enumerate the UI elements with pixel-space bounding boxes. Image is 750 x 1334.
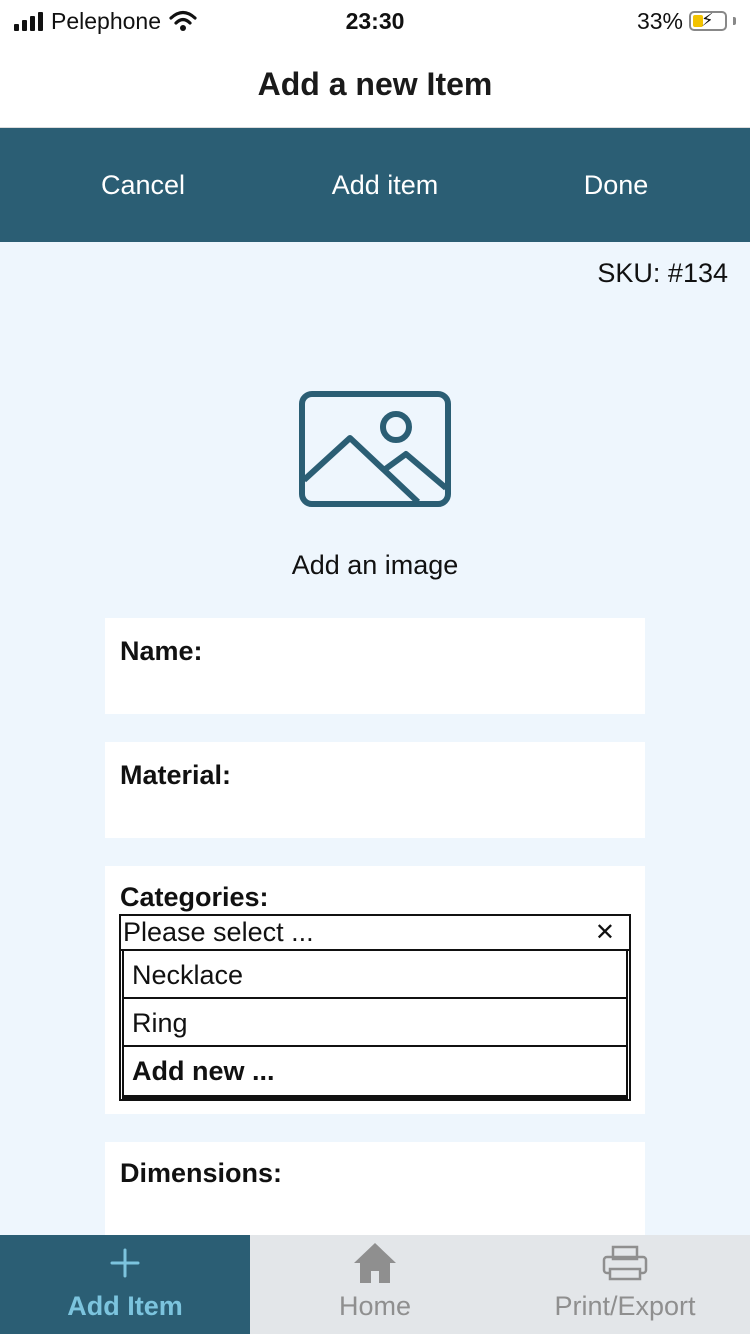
sku-label: SKU: #134 <box>597 258 728 288</box>
option-ring[interactable]: Ring <box>124 999 626 1047</box>
action-toolbar: Cancel Add item Done <box>0 128 750 242</box>
home-icon <box>250 1243 500 1283</box>
status-left: Pelephone <box>14 6 197 36</box>
carrier-name: Pelephone <box>51 7 161 34</box>
cancel-button[interactable]: Cancel <box>63 128 223 242</box>
name-field[interactable]: Name: <box>105 618 645 714</box>
page-title: Add a new Item <box>257 66 493 102</box>
material-label: Material: <box>120 760 232 790</box>
tab-add-item[interactable]: Add Item <box>0 1235 250 1334</box>
status-right: 33% ⚡ <box>637 6 736 36</box>
name-label: Name: <box>120 636 203 666</box>
printer-icon <box>500 1243 750 1283</box>
categories-placeholder: Please select ... <box>123 917 314 947</box>
categories-select[interactable]: Please select ... ✕ Necklace Ring Add ne… <box>119 914 631 1101</box>
wifi-icon <box>169 10 197 31</box>
categories-options: Necklace Ring Add new ... <box>122 951 628 1099</box>
battery-icon: ⚡ <box>689 10 727 31</box>
tab-print-export-label: Print/Export <box>554 1291 696 1321</box>
close-icon[interactable]: ✕ <box>595 916 615 949</box>
material-field[interactable]: Material: <box>105 742 645 838</box>
tab-home[interactable]: Home <box>250 1235 500 1334</box>
plus-icon <box>0 1243 250 1283</box>
status-bar: Pelephone 23:30 33% ⚡ <box>0 0 750 42</box>
tab-home-label: Home <box>338 1291 412 1321</box>
dimensions-field[interactable]: Dimensions: <box>105 1142 645 1235</box>
option-necklace[interactable]: Necklace <box>124 951 626 999</box>
add-image-button[interactable]: Add an image <box>270 380 480 590</box>
done-button[interactable]: Done <box>556 128 676 242</box>
battery-tip <box>733 17 736 25</box>
tab-bar: Add Item Home Print/Export <box>0 1235 750 1334</box>
image-placeholder-icon <box>299 391 451 507</box>
dimensions-label: Dimensions: <box>120 1158 283 1188</box>
tab-print-export[interactable]: Print/Export <box>500 1235 750 1334</box>
add-image-label: Add an image <box>291 550 459 580</box>
cellular-signal-icon <box>14 11 43 31</box>
battery-percent: 33% <box>636 7 683 34</box>
categories-select-head[interactable]: Please select ... ✕ <box>121 916 629 951</box>
option-add-new[interactable]: Add new ... <box>124 1047 626 1095</box>
categories-label: Categories: <box>120 882 269 912</box>
navigation-title-bar: Add a new Item <box>0 42 750 128</box>
categories-field: Categories: Please select ... ✕ Necklace… <box>105 866 645 1114</box>
add-item-button[interactable]: Add item <box>300 128 470 242</box>
tab-add-item-label: Add Item <box>67 1291 183 1321</box>
